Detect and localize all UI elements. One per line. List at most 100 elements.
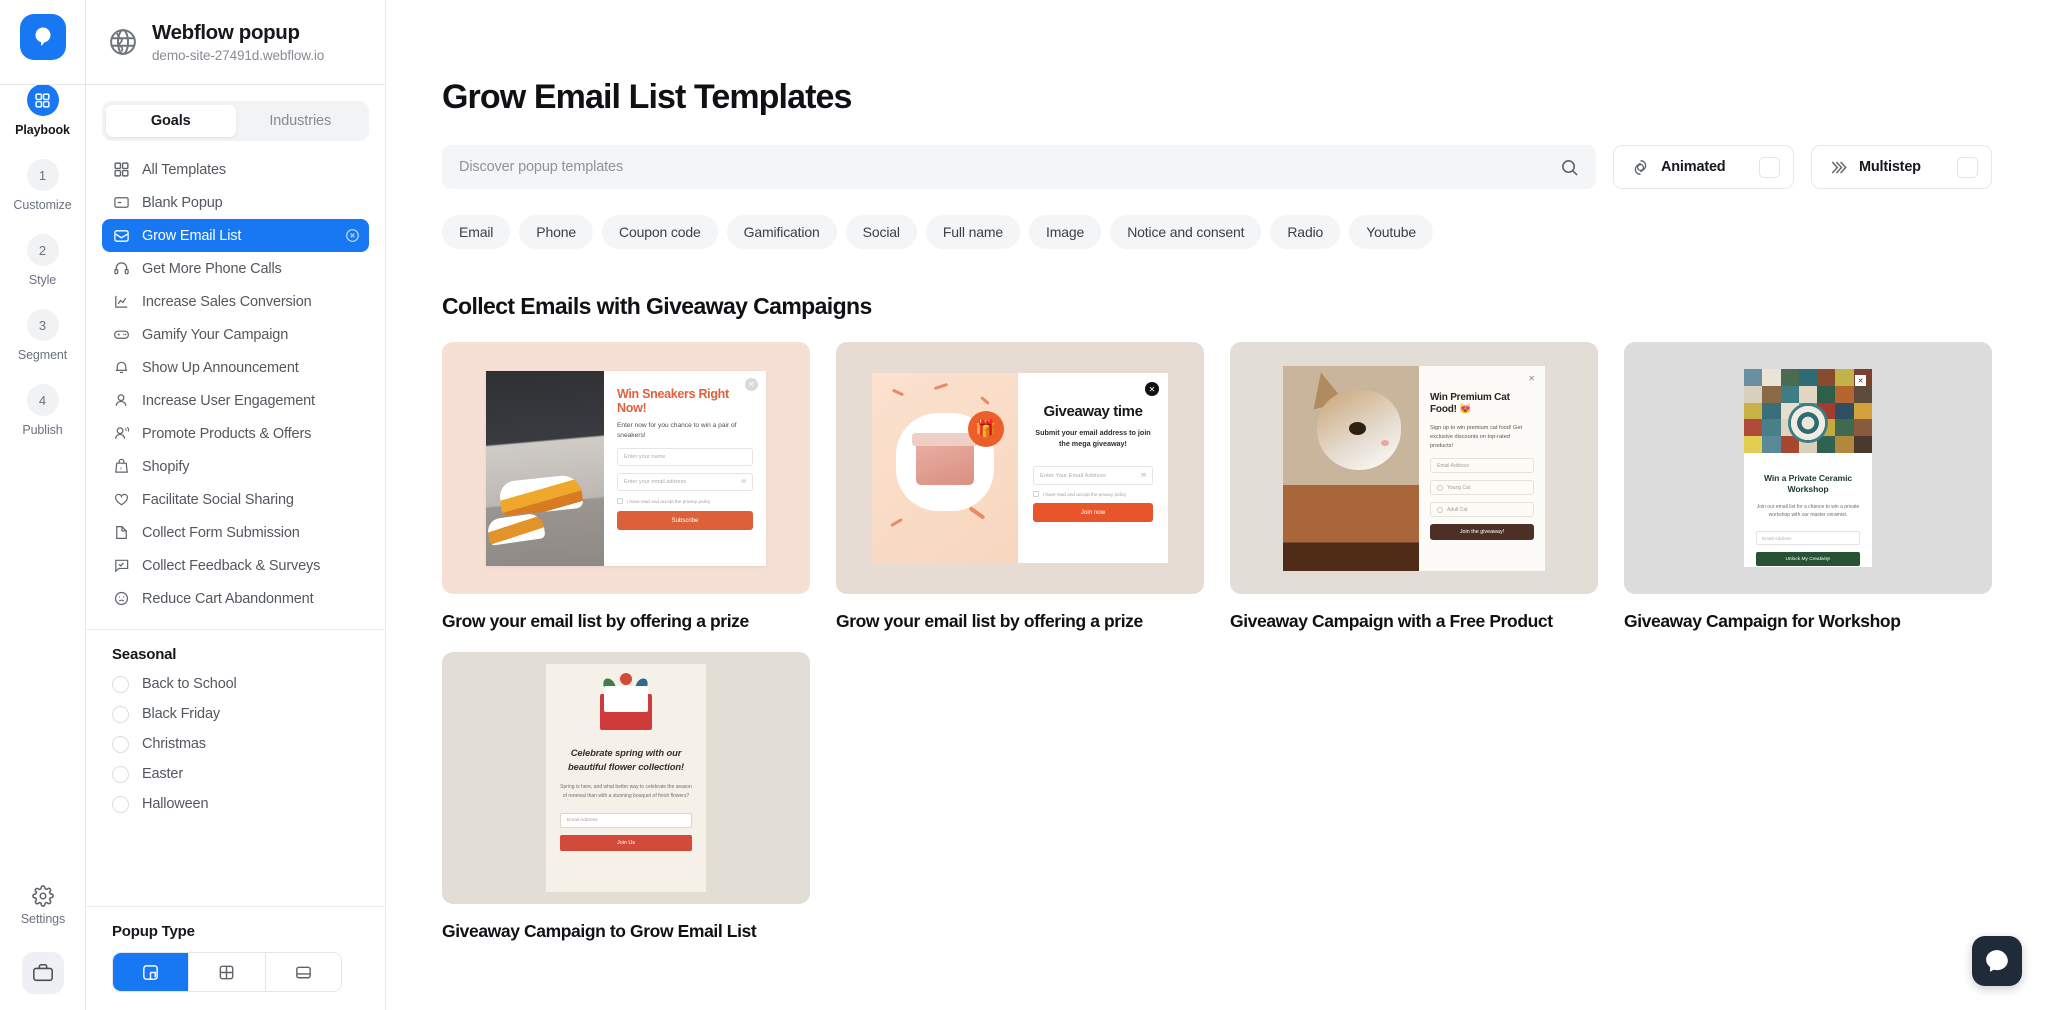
sidebar-item-all-templates[interactable]: All Templates: [102, 153, 369, 186]
search-box[interactable]: [442, 145, 1596, 189]
sidebar-item-label: Promote Products & Offers: [142, 425, 312, 442]
preview-body: Enter now for you chance to win a pair o…: [617, 422, 737, 440]
radio-icon: [1437, 506, 1443, 513]
chip-radio[interactable]: Radio: [1270, 215, 1341, 249]
popup-preview: 🎁 Giveaway time Submit your email addres…: [872, 373, 1168, 563]
cat-photo: [1297, 368, 1405, 480]
settings-button[interactable]: Settings: [21, 885, 65, 926]
animated-filter-label: Animated: [1661, 159, 1726, 175]
sidebar-item-increase-user-engagement[interactable]: Increase User Engagement: [102, 384, 369, 417]
popup-modal-icon[interactable]: [113, 953, 190, 991]
multistep-checkbox[interactable]: [1957, 156, 1978, 178]
seasonal-item-easter[interactable]: Easter: [86, 759, 385, 789]
close-icon: ✕: [745, 377, 758, 391]
main-content: Grow Email List Templates Animated: [386, 0, 2048, 1010]
rail-step-style[interactable]: 2 Style: [0, 234, 85, 287]
seasonal-item-label: Halloween: [142, 796, 209, 812]
preview-field-placeholder: Email Address: [567, 818, 598, 824]
chat-check-icon: [112, 556, 131, 575]
sidebar-item-show-up-announcement[interactable]: Show Up Announcement: [102, 351, 369, 384]
template-thumbnail[interactable]: 🎁 Giveaway time Submit your email addres…: [836, 342, 1204, 594]
chip-full-name[interactable]: Full name: [925, 215, 1021, 249]
template-card[interactable]: 🎁 Giveaway time Submit your email addres…: [836, 342, 1204, 632]
sidebar-item-grow-email-list[interactable]: Grow Email List: [102, 219, 369, 252]
chip-social[interactable]: Social: [845, 215, 917, 249]
radio-icon[interactable]: [112, 735, 129, 753]
chat-bubble-icon[interactable]: [1972, 936, 2022, 986]
rail-step-label: Publish: [22, 423, 63, 437]
preview-field-placeholder: Enter your name: [624, 454, 666, 461]
chip-coupon-code[interactable]: Coupon code: [602, 215, 718, 249]
multistep-icon: [1831, 161, 1847, 173]
sidebar-scroll: Goals Industries All Templates Blank Pop…: [86, 85, 385, 906]
rail-step-segment[interactable]: 3 Segment: [0, 309, 85, 362]
preview-email-field: Email Address: [560, 813, 692, 829]
template-card[interactable]: ✕ Win Sneakers Right Now! Enter now for …: [442, 342, 810, 632]
seasonal-item-halloween[interactable]: Halloween: [86, 789, 385, 819]
preview-heading: Win Premium Cat Food! 😻: [1430, 391, 1510, 416]
chip-notice-and-consent[interactable]: Notice and consent: [1110, 215, 1262, 249]
rail-step-publish[interactable]: 4 Publish: [0, 384, 85, 437]
popupsmart-logo-icon[interactable]: [19, 14, 66, 60]
animated-filter-button[interactable]: Animated: [1613, 145, 1794, 189]
close-icon: ✕: [1528, 373, 1535, 383]
search-icon[interactable]: [1560, 158, 1579, 177]
sidebar-item-get-more-phone-calls[interactable]: Get More Phone Calls: [102, 252, 369, 285]
template-card[interactable]: ✕ Win a Private Ceramic Workshop Join ou…: [1624, 342, 1992, 632]
template-card[interactable]: ✕ Win Premium Cat Food! 😻 Sign up to win…: [1230, 342, 1598, 632]
avatar[interactable]: [22, 952, 64, 994]
section-heading: Collect Emails with Giveaway Campaigns: [442, 293, 872, 319]
popup-preview: ✕ Win a Private Ceramic Workshop Join ou…: [1744, 369, 1872, 567]
bar-icon[interactable]: [265, 953, 341, 991]
template-thumbnail[interactable]: Celebrate spring with our beautiful flow…: [442, 652, 810, 904]
sidebar-item-label: Grow Email List: [142, 227, 242, 244]
rail-bottom: Settings: [0, 885, 86, 994]
template-thumbnail[interactable]: ✕ Win Sneakers Right Now! Enter now for …: [442, 342, 810, 594]
template-card[interactable]: Celebrate spring with our beautiful flow…: [442, 652, 810, 942]
preview-consent-label: I have read and accept the privacy polic…: [1043, 491, 1127, 497]
sidebar-item-gamify-your-campaign[interactable]: Gamify Your Campaign: [102, 318, 369, 351]
chip-image[interactable]: Image: [1029, 215, 1102, 249]
sidebar-item-collect-feedback-surveys[interactable]: Collect Feedback & Surveys: [102, 549, 369, 582]
chip-phone[interactable]: Phone: [519, 215, 593, 249]
sidebar-item-blank-popup[interactable]: Blank Popup: [102, 186, 369, 219]
chip-youtube[interactable]: Youtube: [1349, 215, 1434, 249]
chip-email[interactable]: Email: [442, 215, 511, 249]
chip-gamification[interactable]: Gamification: [726, 215, 837, 249]
tab-industries[interactable]: Industries: [236, 105, 366, 137]
sidebar-item-reduce-cart-abandonment[interactable]: Reduce Cart Abandonment: [102, 582, 369, 615]
sidebar-item-increase-sales-conversion[interactable]: Increase Sales Conversion: [102, 285, 369, 318]
preview-consent-row: I have read and accept the privacy polic…: [1033, 491, 1153, 498]
sidebar-item-shopify[interactable]: s Shopify: [102, 450, 369, 483]
tab-goals[interactable]: Goals: [106, 105, 236, 137]
seasonal-list: Back to School Black Friday Christmas Ea…: [86, 669, 385, 819]
seasonal-item-black-friday[interactable]: Black Friday: [86, 699, 385, 729]
radio-icon[interactable]: [112, 795, 129, 813]
seasonal-item-label: Christmas: [142, 736, 206, 752]
multistep-filter-button[interactable]: Multistep: [1811, 145, 1992, 189]
sneaker-shape: [498, 473, 584, 516]
sidebar-item-label: Reduce Cart Abandonment: [142, 590, 314, 607]
seasonal-item-back-to-school[interactable]: Back to School: [86, 669, 385, 699]
template-thumbnail[interactable]: ✕ Win Premium Cat Food! 😻 Sign up to win…: [1230, 342, 1598, 594]
envelope-flap: [604, 686, 648, 712]
sidebar-item-collect-form-submission[interactable]: Collect Form Submission: [102, 516, 369, 549]
sidebar-item-promote-products-offers[interactable]: Promote Products & Offers: [102, 417, 369, 450]
fullscreen-icon[interactable]: [189, 953, 266, 991]
template-card-title: Giveaway Campaign to Grow Email List: [442, 921, 757, 941]
sidebar-item-label: Collect Form Submission: [142, 524, 300, 541]
template-thumbnail[interactable]: ✕ Win a Private Ceramic Workshop Join ou…: [1624, 342, 1992, 594]
animated-checkbox[interactable]: [1759, 156, 1780, 178]
sidebar-tabs: Goals Industries: [102, 101, 369, 141]
preview-email-field: Email Address: [1430, 458, 1534, 474]
radio-icon[interactable]: [112, 705, 129, 723]
seasonal-item-christmas[interactable]: Christmas: [86, 729, 385, 759]
search-input[interactable]: [459, 159, 1560, 175]
rail-step-playbook[interactable]: Playbook: [0, 84, 85, 137]
sidebar-item-facilitate-social-sharing[interactable]: Facilitate Social Sharing: [102, 483, 369, 516]
radio-icon[interactable]: [112, 675, 129, 693]
sidebar-item-label: Increase User Engagement: [142, 392, 315, 409]
radio-icon[interactable]: [112, 765, 129, 783]
close-icon[interactable]: [345, 228, 360, 243]
rail-step-customize[interactable]: 1 Customize: [0, 159, 85, 212]
